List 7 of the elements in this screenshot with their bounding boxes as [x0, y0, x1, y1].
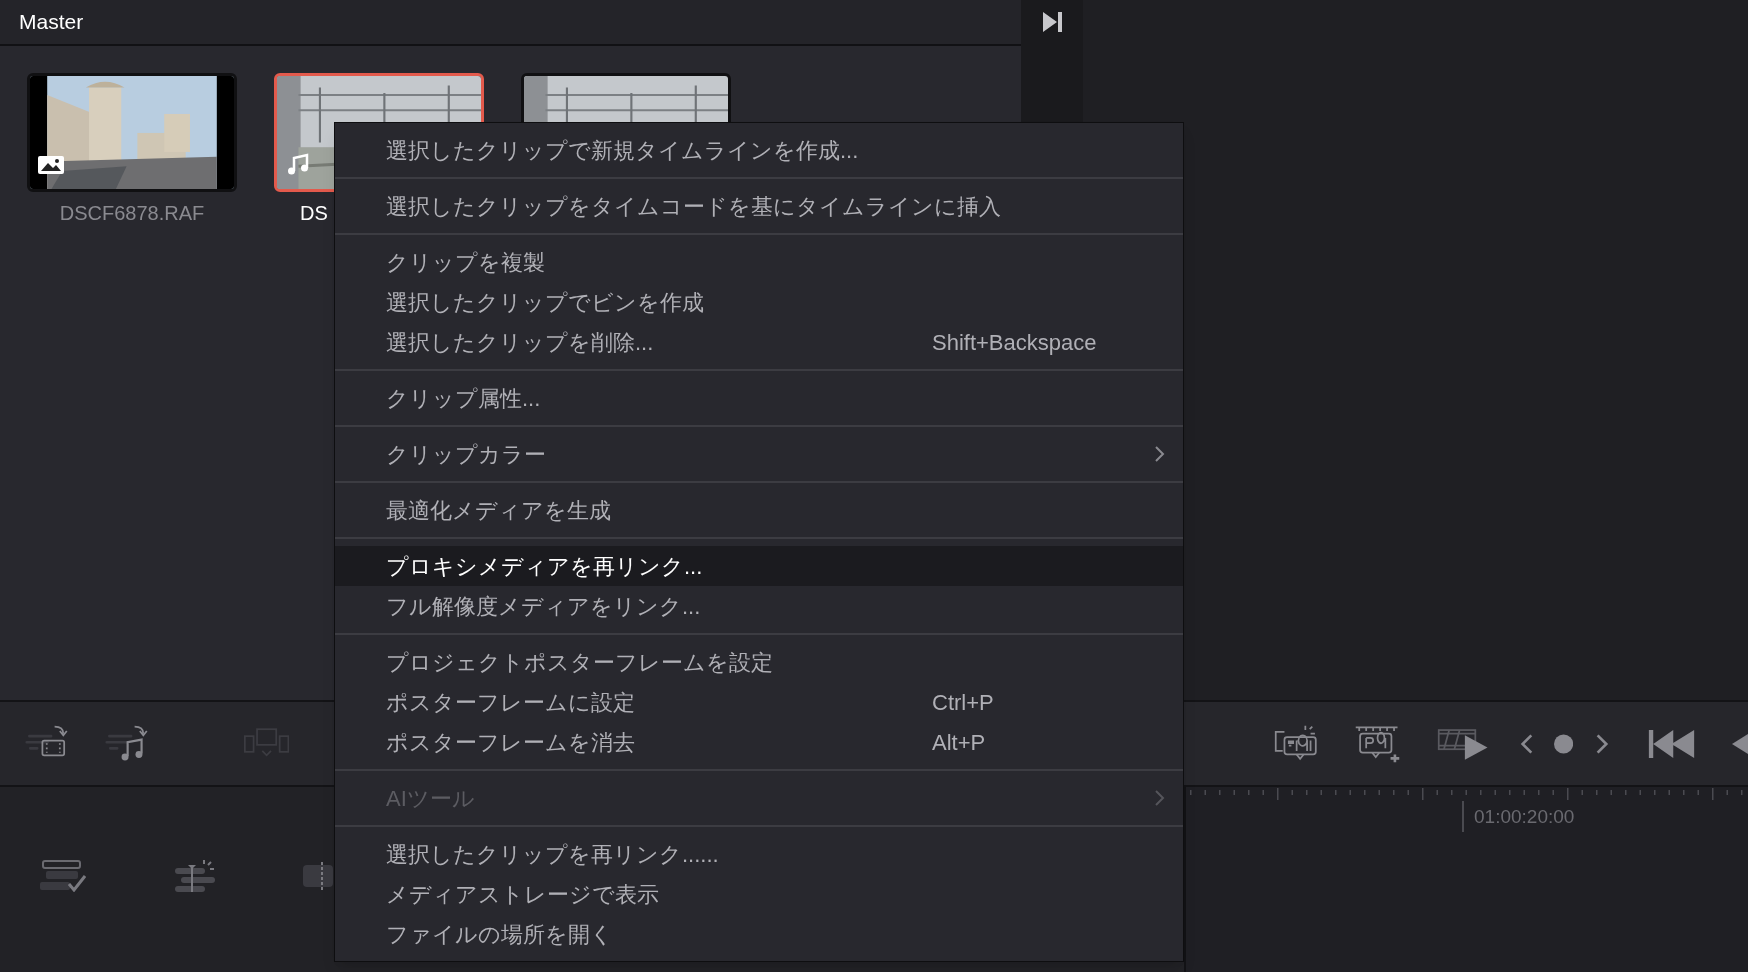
clip-name: DSCF6878.RAF — [59, 201, 205, 226]
clip-name: DS — [299, 201, 328, 226]
shortcut-text: Shift+Backspace — [932, 328, 1097, 357]
timecode-label: 01:00:20:00 — [1462, 801, 1575, 832]
shortcut-text: Alt+P — [932, 728, 986, 757]
panel-title: Master — [19, 9, 84, 36]
shortcut-text: Ctrl+P — [932, 688, 994, 717]
